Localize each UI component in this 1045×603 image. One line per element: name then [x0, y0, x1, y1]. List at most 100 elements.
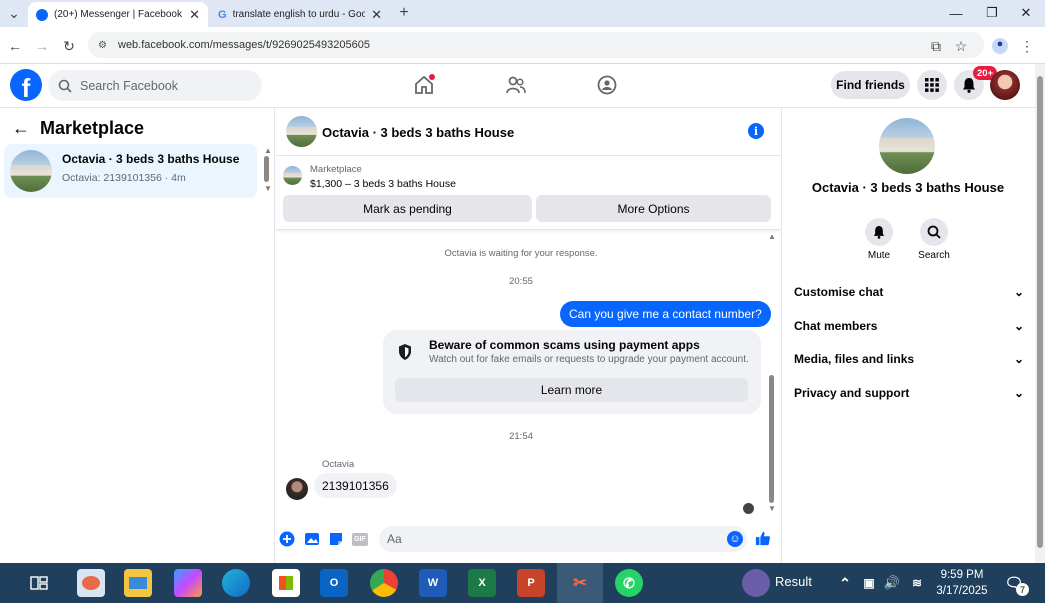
tab-search-chevron-icon[interactable]: ⌄ [4, 3, 24, 23]
message-input[interactable]: Aa ☺ [379, 526, 747, 552]
find-friends-button[interactable]: Find friends [831, 71, 910, 99]
scroll-up-icon[interactable]: ▲ [768, 232, 776, 241]
file-explorer-icon[interactable] [124, 569, 152, 597]
outgoing-message[interactable]: Can you give me a contact number? [560, 301, 771, 327]
bookmark-star-icon[interactable]: ☆ [951, 36, 971, 56]
mute-button[interactable]: Mute [859, 218, 899, 261]
url-field[interactable]: ⚙ web.facebook.com/messages/t/9269025493… [88, 32, 984, 58]
info-panel-title: Octavia · 3 beds 3 baths House [811, 180, 1005, 195]
conversation-list-item[interactable]: Octavia · 3 beds 3 baths House Octavia: … [4, 144, 257, 198]
chrome-browser-icon[interactable] [370, 569, 398, 597]
facebook-header: f Search Facebook Find friends 20+ [0, 64, 1035, 108]
more-options-button[interactable]: More Options [536, 195, 771, 222]
section-label: Media, files and links [794, 352, 915, 366]
powerpoint-icon[interactable]: P [517, 569, 545, 597]
clock-date: 3/17/2025 [936, 585, 988, 597]
result-widget-label[interactable]: Result [775, 574, 812, 589]
tab-google-translate[interactable]: G translate english to urdu - Goo ✕ [210, 2, 390, 27]
new-tab-plus-icon[interactable]: + [394, 3, 414, 23]
marketplace-header: ← Marketplace [12, 118, 144, 139]
word-icon[interactable]: W [419, 569, 447, 597]
edge-browser-icon[interactable] [222, 569, 250, 597]
back-arrow-icon[interactable]: ← [5, 36, 25, 56]
forward-arrow-icon[interactable]: → [32, 36, 52, 56]
home-icon[interactable] [410, 72, 438, 98]
window-close-icon[interactable]: ✕ [1008, 3, 1044, 23]
scroll-up-icon[interactable]: ▲ [264, 146, 272, 155]
excel-icon[interactable]: X [468, 569, 496, 597]
friends-icon[interactable] [502, 72, 530, 98]
menu-grid-icon[interactable] [917, 70, 947, 100]
sticker-icon[interactable] [328, 531, 344, 547]
result-widget-icon[interactable] [742, 569, 770, 597]
google-favicon-icon: G [218, 8, 227, 21]
back-arrow-icon[interactable]: ← [12, 118, 30, 139]
chevron-down-icon: ⌄ [1013, 285, 1024, 299]
notification-count-badge: 7 [1016, 583, 1029, 596]
info-icon[interactable]: i [748, 123, 764, 139]
emoji-icon[interactable]: ☺ [727, 531, 743, 547]
learn-more-button[interactable]: Learn more [395, 378, 748, 402]
taskbar-clock[interactable]: 9:59 PM 3/17/2025 [932, 567, 992, 599]
scroll-down-icon[interactable]: ▼ [264, 184, 272, 193]
account-avatar[interactable] [990, 70, 1020, 100]
sender-avatar[interactable] [286, 478, 308, 500]
chat-scrollbar[interactable] [769, 375, 774, 503]
shield-icon [399, 344, 411, 360]
outlook-icon[interactable]: O [320, 569, 348, 597]
tab-close-icon[interactable]: ✕ [189, 7, 200, 23]
listing-thumbnail [283, 166, 302, 185]
incoming-message[interactable]: 2139101356 [314, 473, 397, 498]
chat-info-panel: Octavia · 3 beds 3 baths House Mute Sear… [781, 108, 1035, 563]
photo-icon[interactable] [304, 531, 320, 547]
privacy-support-section[interactable]: Privacy and support ⌄ [794, 383, 1024, 403]
marketplace-label: Marketplace [310, 164, 362, 175]
wifi-icon[interactable]: ≋ [903, 569, 931, 597]
chevron-down-icon: ⌄ [1013, 319, 1024, 333]
whatsapp-icon[interactable]: ✆ [615, 569, 643, 597]
scam-warning-subtitle: Watch out for fake emails or requests to… [429, 354, 749, 365]
groups-icon[interactable] [593, 72, 621, 98]
chat-members-section[interactable]: Chat members ⌄ [794, 316, 1024, 336]
search-placeholder: Search Facebook [80, 78, 178, 93]
snipping-tool-icon[interactable]: ✂ [557, 563, 603, 603]
tab-messenger[interactable]: (20+) Messenger | Facebook ✕ [28, 2, 208, 27]
sidebar-scrollbar[interactable] [264, 156, 269, 182]
restore-icon[interactable]: ❐ [974, 3, 1010, 23]
mark-as-pending-button[interactable]: Mark as pending [283, 195, 532, 222]
thumbs-up-icon[interactable] [755, 530, 771, 546]
browser-tab-strip: ⌄ (20+) Messenger | Facebook ✕ G transla… [0, 0, 1045, 27]
site-info-icon[interactable]: ⚙ [98, 40, 107, 51]
install-app-icon[interactable]: ⧉ [926, 36, 946, 56]
search-conversation-button[interactable]: Search [914, 218, 954, 261]
speaker-icon[interactable]: 🔊 [878, 569, 906, 597]
page-scrollbar[interactable] [1037, 76, 1043, 548]
customise-chat-section[interactable]: Customise chat ⌄ [794, 282, 1024, 302]
conversation-name: Octavia · 3 beds 3 baths House [62, 152, 240, 166]
facebook-favicon-icon [36, 8, 48, 21]
chat-avatar[interactable] [286, 116, 317, 147]
windows-taskbar: O W X P ✂ ✆ Result ⌃ ▣ 🔊 ≋ 9:59 PM 3/17/… [0, 563, 1045, 603]
listing-price[interactable]: $1,300 – 3 beds 3 baths House [310, 178, 456, 190]
profile-icon[interactable]: ● [990, 36, 1010, 56]
listing-photo[interactable] [879, 118, 935, 174]
paint-app-icon[interactable] [77, 569, 105, 597]
tab-close-icon[interactable]: ✕ [371, 7, 382, 23]
media-files-links-section[interactable]: Media, files and links ⌄ [794, 349, 1024, 369]
microsoft-store-icon[interactable] [272, 569, 300, 597]
facebook-search-input[interactable]: Search Facebook [48, 70, 262, 101]
timestamp: 21:54 [509, 431, 533, 442]
task-view-icon[interactable] [25, 569, 53, 597]
copilot-icon[interactable] [174, 569, 202, 597]
chat-title[interactable]: Octavia · 3 beds 3 baths House [322, 125, 514, 140]
reload-icon[interactable]: ↻ [59, 36, 79, 56]
facebook-logo[interactable]: f [10, 69, 42, 101]
conversation-preview: Octavia: 2139101356 · 4m [62, 172, 186, 184]
chat-header: Octavia · 3 beds 3 baths House i [276, 108, 781, 156]
plus-circle-icon[interactable] [279, 531, 295, 547]
gif-icon[interactable]: GIF [352, 531, 368, 547]
message-thread: Octavia is waiting for your response. 20… [276, 230, 781, 520]
minimize-icon[interactable]: — [938, 3, 974, 23]
browser-menu-icon[interactable]: ⋮ [1017, 36, 1037, 56]
scroll-down-icon[interactable]: ▼ [768, 504, 776, 513]
